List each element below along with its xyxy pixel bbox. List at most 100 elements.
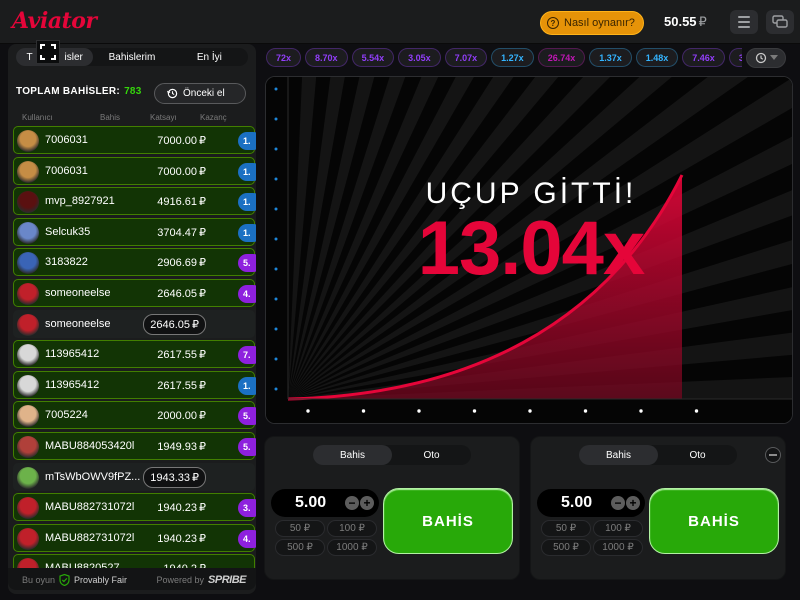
bet-row-currency: ₽ xyxy=(199,410,206,423)
bet-row: 113965412 2617.55 ₽1. xyxy=(13,370,256,399)
panel-footer: Bu oyun Provably Fair Powered by SPRIBE xyxy=(8,568,256,590)
bet-row-multiplier: 1. xyxy=(238,223,256,242)
quick-bet-500[interactable]: 500 ₽ xyxy=(275,539,325,556)
col-win: Kazanç xyxy=(200,113,227,122)
balance: 50.55 ₽ xyxy=(664,14,707,30)
quick-bet-100[interactable]: 100 ₽ xyxy=(327,520,377,537)
quick-bet-100[interactable]: 100 ₽ xyxy=(593,520,643,537)
bet-mode-tabs: Bahis Oto xyxy=(579,445,737,465)
history-multiplier: 8.70x xyxy=(305,48,348,67)
fullscreen-icon xyxy=(40,44,56,60)
bet-row-multiplier: 5. xyxy=(238,407,256,426)
bet-row-amount: 2906.69 ₽ xyxy=(157,256,206,269)
minus-button[interactable]: − xyxy=(345,496,359,510)
balance-currency: ₽ xyxy=(698,14,707,29)
bet-row-user: Selcuk35 xyxy=(45,225,91,238)
total-bets: TOPLAM BAHİSLER: 783 xyxy=(16,86,142,97)
quick-bet-50[interactable]: 50 ₽ xyxy=(275,520,325,537)
bet-row-user: 7006031 xyxy=(45,164,88,177)
avatar xyxy=(17,466,39,489)
avatar xyxy=(17,130,39,152)
bet-row: mTsWbOWV9fPZ... 1943.33 ₽ xyxy=(13,462,255,491)
bet-amount-input[interactable]: 5.00 − + xyxy=(537,489,645,517)
bet-row-amount-value: 1940.23 xyxy=(157,532,197,545)
quick-bet-50[interactable]: 50 ₽ xyxy=(541,520,591,537)
bet-row-currency: ₽ xyxy=(199,196,206,209)
bet-row-user: MABU882731072l xyxy=(45,501,135,514)
chat-button[interactable] xyxy=(766,10,794,34)
place-bet-button[interactable]: BAHİS xyxy=(383,488,513,554)
bet-row-currency: ₽ xyxy=(199,165,206,178)
tab-bet[interactable]: Bahis xyxy=(579,445,658,465)
menu-button[interactable] xyxy=(730,10,758,34)
tab-all-bets-label-end: isler xyxy=(64,51,83,63)
bet-row-currency: ₽ xyxy=(199,440,206,453)
tab-top[interactable]: En İyi xyxy=(171,48,248,66)
tab-bet[interactable]: Bahis xyxy=(313,445,392,465)
quick-bet-1000[interactable]: 1000 ₽ xyxy=(593,539,643,556)
spribe-logo: SPRIBE xyxy=(208,574,246,586)
bet-row-amount: 2000.00 ₽ xyxy=(157,409,206,422)
bet-row-currency: ₽ xyxy=(199,502,206,515)
bet-row-amount-value: 3704.47 xyxy=(157,226,197,239)
bet-row: 7005224 2000.00 ₽5. xyxy=(13,401,256,430)
tab-auto[interactable]: Oto xyxy=(658,445,737,465)
history-icon xyxy=(755,52,766,64)
bet-row-amount: 1949.93 ₽ xyxy=(157,440,206,453)
total-bets-label: TOPLAM BAHİSLER: xyxy=(16,86,121,97)
bet-row-amount: 1943.33 ₽ xyxy=(143,466,206,488)
avatar xyxy=(17,497,39,520)
minus-icon xyxy=(769,454,777,456)
bet-row-amount-value: 2646.05 xyxy=(157,287,197,300)
bet-row-amount: 1940.23 ₽ xyxy=(157,532,206,545)
plus-button[interactable]: + xyxy=(360,496,374,510)
bet-row-multiplier: 5. xyxy=(238,437,256,456)
tab-all-bets-label-start: T xyxy=(26,51,33,63)
previous-round-button[interactable]: Önceki el xyxy=(154,83,246,104)
bet-amount-input[interactable]: 5.00 − + xyxy=(271,489,379,517)
bet-row: MABU882731072l 1940.23 ₽3. xyxy=(13,493,256,522)
avatar xyxy=(17,160,39,183)
bet-row-amount-value: 2000.00 xyxy=(157,410,197,423)
bet-row-amount-value: 2906.69 xyxy=(157,257,197,270)
bet-row-amount: 4916.61 ₽ xyxy=(157,195,206,208)
bet-row-currency: ₽ xyxy=(192,471,199,484)
bet-row-amount-value: 1940.23 xyxy=(157,502,197,515)
how-to-play-button[interactable]: ? Nasıl oynanır? xyxy=(540,11,644,35)
history-multiplier: 1.27x xyxy=(491,48,534,67)
tab-my-bets[interactable]: Bahislerim xyxy=(93,48,170,66)
quick-bet-1000[interactable]: 1000 ₽ xyxy=(327,539,377,556)
bet-row-multiplier: 4. xyxy=(238,529,256,548)
bet-row-amount: 2617.55 ₽ xyxy=(157,379,206,392)
provably-fair[interactable]: Bu oyun Provably Fair xyxy=(22,574,127,586)
bet-row-amount-value: 7000.00 xyxy=(157,135,197,147)
bet-row-user: 113965412 xyxy=(45,348,100,361)
bet-row-multiplier: 1. xyxy=(238,162,256,181)
multiplier-history: 72x 8.70x 5.54x 3.05x 7.07x 1.27x 26.74x 1.37x 1… xyxy=(266,48,742,68)
balance-value: 50.55 xyxy=(664,14,697,29)
history-multiplier: 72x xyxy=(266,48,302,67)
history-multiplier: 7.07x xyxy=(444,48,488,67)
minus-button[interactable]: − xyxy=(611,496,625,510)
bet-row-currency: ₽ xyxy=(192,318,199,331)
bet-row-multiplier: 1. xyxy=(238,132,256,150)
place-bet-button[interactable]: BAHİS xyxy=(649,488,779,554)
fair-prefix: Bu oyun xyxy=(22,575,56,585)
remove-bet-panel-button[interactable] xyxy=(765,447,781,463)
plus-button[interactable]: + xyxy=(626,496,640,510)
bet-row-multiplier: 5. xyxy=(238,254,256,273)
bet-mode-tabs: Bahis Oto xyxy=(313,445,471,465)
fullscreen-button[interactable] xyxy=(36,40,60,64)
bet-row-amount-value: 7000.00 xyxy=(157,165,197,178)
game-canvas: UÇUP GİTTİ! 13.04x xyxy=(265,76,793,424)
history-toggle-button[interactable] xyxy=(746,48,786,68)
bet-amount-value: 5.00 xyxy=(295,494,327,511)
bet-row-currency: ₽ xyxy=(199,226,206,239)
bet-row-amount-value: 2617.55 xyxy=(157,379,197,392)
bet-row-currency: ₽ xyxy=(199,257,206,270)
bet-panel-2: Bahis Oto 5.00 − + 50 ₽ 100 ₽ 500 ₽ 1000… xyxy=(530,436,786,580)
quick-bet-500[interactable]: 500 ₽ xyxy=(541,539,591,556)
bets-panel: T isler Bahislerim En İyi TOPLAM BAHİSLE… xyxy=(8,44,256,594)
history-multiplier: 3.05x xyxy=(398,48,441,67)
tab-auto[interactable]: Oto xyxy=(392,445,471,465)
